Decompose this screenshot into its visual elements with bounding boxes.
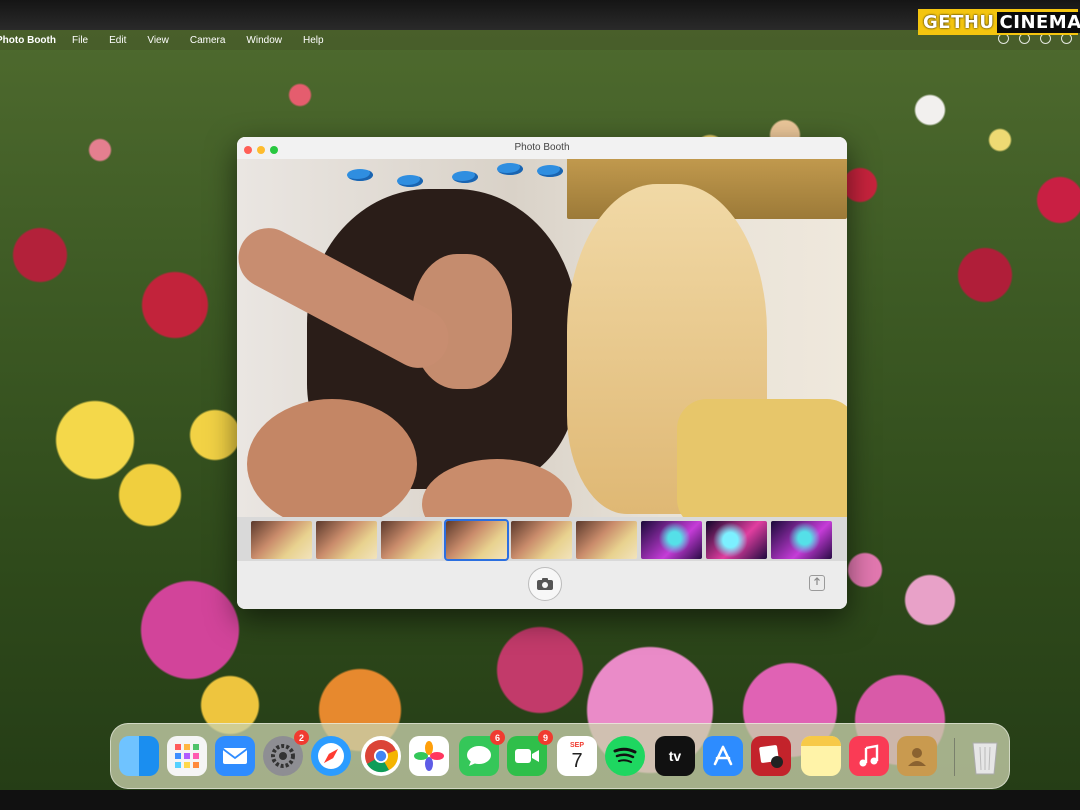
photos-icon bbox=[414, 741, 444, 771]
bird-icon bbox=[397, 175, 423, 187]
menu-app-name[interactable]: Photo Booth bbox=[0, 35, 56, 46]
person-right-shirt bbox=[677, 399, 847, 517]
bird-icon bbox=[537, 165, 563, 177]
watermark-logo: GETHU CINEMA bbox=[918, 9, 1080, 35]
notes-icon bbox=[801, 736, 841, 746]
spotify-icon bbox=[613, 747, 637, 763]
dock-spotify[interactable] bbox=[605, 736, 645, 776]
launchpad-icon bbox=[175, 744, 199, 768]
dock-photos[interactable] bbox=[409, 736, 449, 776]
dock-contacts[interactable] bbox=[897, 736, 937, 776]
filmstrip-thumbnail-selected[interactable] bbox=[444, 519, 509, 561]
window-title: Photo Booth bbox=[514, 142, 570, 153]
bird-icon bbox=[497, 163, 523, 175]
control-bar bbox=[237, 561, 847, 609]
dock-apple-tv[interactable]: tv bbox=[655, 736, 695, 776]
menu-camera[interactable]: Camera bbox=[190, 35, 226, 46]
menu-edit[interactable]: Edit bbox=[109, 35, 126, 46]
filmstrip-thumbnail[interactable] bbox=[706, 521, 767, 559]
window-titlebar[interactable]: Photo Booth bbox=[237, 137, 847, 159]
notification-badge: 2 bbox=[294, 730, 309, 745]
dock-trash[interactable] bbox=[965, 736, 1005, 776]
dock-music[interactable] bbox=[849, 736, 889, 776]
trash-icon bbox=[972, 742, 998, 775]
contacts-icon bbox=[908, 748, 926, 766]
filmstrip-thumbnail[interactable] bbox=[381, 521, 442, 559]
messages-icon bbox=[467, 746, 491, 766]
chrome-icon bbox=[365, 740, 398, 773]
dock: 2 6 9 SEP 7 tv bbox=[110, 723, 1010, 789]
dock-launchpad[interactable] bbox=[167, 736, 207, 776]
mail-icon bbox=[222, 748, 248, 764]
camera-icon bbox=[537, 578, 553, 590]
menu-view[interactable]: View bbox=[147, 35, 169, 46]
dock-chrome[interactable] bbox=[361, 736, 401, 776]
share-icon bbox=[814, 577, 820, 585]
finder-icon bbox=[119, 736, 159, 776]
watermark-text-1: GETHU bbox=[923, 11, 995, 33]
filmstrip-thumbnail[interactable] bbox=[251, 521, 312, 559]
dock-notes[interactable] bbox=[801, 736, 841, 776]
dock-finder[interactable] bbox=[119, 736, 159, 776]
camera-preview bbox=[237, 159, 847, 517]
safari-compass-icon bbox=[318, 743, 344, 769]
filmstrip-thumbnail[interactable] bbox=[511, 521, 572, 559]
bird-icon bbox=[347, 169, 373, 181]
share-button[interactable] bbox=[809, 575, 825, 591]
facetime-icon bbox=[515, 749, 539, 763]
settings-gear-icon bbox=[271, 744, 295, 768]
notification-badge: 9 bbox=[538, 730, 553, 745]
dock-system-settings[interactable]: 2 bbox=[263, 730, 309, 776]
menu-help[interactable]: Help bbox=[303, 35, 324, 46]
appletv-icon: tv bbox=[668, 748, 682, 764]
music-note-icon bbox=[859, 744, 879, 767]
calendar-day: 7 bbox=[571, 749, 583, 772]
filmstrip bbox=[237, 517, 847, 561]
menu-file[interactable]: File bbox=[72, 35, 88, 46]
dock-facetime[interactable]: 9 bbox=[507, 730, 553, 776]
person-left-knee bbox=[247, 399, 417, 517]
dock-photo-booth[interactable] bbox=[751, 736, 791, 776]
appstore-icon bbox=[713, 745, 733, 766]
dock-calendar[interactable]: SEP 7 bbox=[557, 736, 597, 776]
dock-messages[interactable]: 6 bbox=[459, 730, 505, 776]
dock-safari[interactable] bbox=[311, 736, 351, 776]
filmstrip-thumbnail[interactable] bbox=[316, 521, 377, 559]
dock-mail[interactable] bbox=[215, 736, 255, 776]
monitor-bezel-bottom bbox=[0, 790, 1080, 810]
photobooth-icon bbox=[759, 745, 783, 768]
filmstrip-thumbnail[interactable] bbox=[576, 521, 637, 559]
menu-window[interactable]: Window bbox=[246, 35, 282, 46]
dock-divider bbox=[954, 738, 955, 776]
notification-badge: 6 bbox=[490, 730, 505, 745]
filmstrip-thumbnail[interactable] bbox=[771, 521, 832, 559]
take-photo-button[interactable] bbox=[528, 567, 562, 601]
photo-booth-window: Photo Booth bbox=[237, 137, 847, 609]
dock-app-store[interactable] bbox=[703, 736, 743, 776]
watermark-text-2: CINEMA bbox=[996, 11, 1080, 33]
filmstrip-thumbnail[interactable] bbox=[641, 521, 702, 559]
bird-icon bbox=[452, 171, 478, 183]
calendar-month: SEP bbox=[569, 741, 584, 749]
